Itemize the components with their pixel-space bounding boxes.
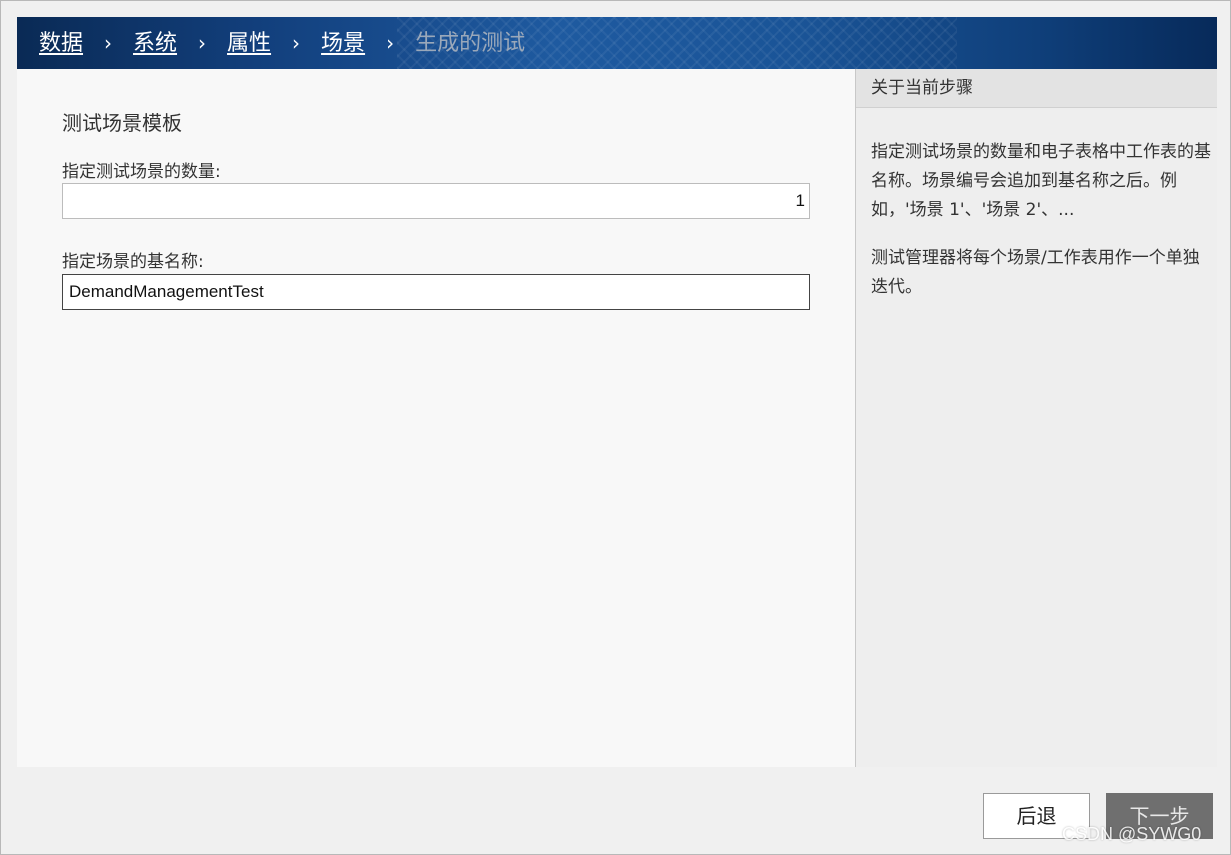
help-paragraph: 测试管理器将每个场景/工作表用作一个单独迭代。: [871, 248, 1200, 297]
breadcrumb-bar: 数据 › 系统 › 属性 › 场景 › 生成的测试: [17, 17, 1217, 69]
breadcrumb-separator: ›: [104, 31, 113, 55]
main-panel: 测试场景模板 指定测试场景的数量: 指定场景的基名称:: [17, 69, 855, 767]
breadcrumb-item-properties[interactable]: 属性: [227, 29, 271, 59]
scenario-count-label: 指定测试场景的数量:: [62, 162, 221, 182]
help-panel: 关于当前步骤 指定测试场景的数量和电子表格中工作表的基名称。场景编号会追加到基名…: [855, 69, 1217, 767]
watermark: CSDN @SYWG0: [1062, 824, 1202, 844]
breadcrumb: 数据 › 系统 › 属性 › 场景 › 生成的测试: [39, 28, 525, 59]
breadcrumb-item-scenarios[interactable]: 场景: [321, 29, 365, 59]
breadcrumb-separator: ›: [292, 31, 301, 55]
help-paragraph: 指定测试场景的数量和电子表格中工作表的基名称。场景编号会追加到基名称之后。例如，…: [871, 142, 1211, 220]
scenario-base-name-label: 指定场景的基名称:: [62, 252, 204, 272]
section-title: 测试场景模板: [62, 111, 182, 135]
breadcrumb-item-system[interactable]: 系统: [133, 29, 177, 59]
scenario-count-input[interactable]: [62, 183, 810, 219]
breadcrumb-item-data[interactable]: 数据: [39, 29, 83, 59]
breadcrumb-separator: ›: [386, 31, 395, 55]
help-panel-title: 关于当前步骤: [856, 69, 1217, 108]
breadcrumb-item-generated-tests: 生成的测试: [415, 31, 526, 56]
breadcrumb-separator: ›: [198, 31, 207, 55]
scenario-base-name-input[interactable]: [62, 274, 810, 310]
